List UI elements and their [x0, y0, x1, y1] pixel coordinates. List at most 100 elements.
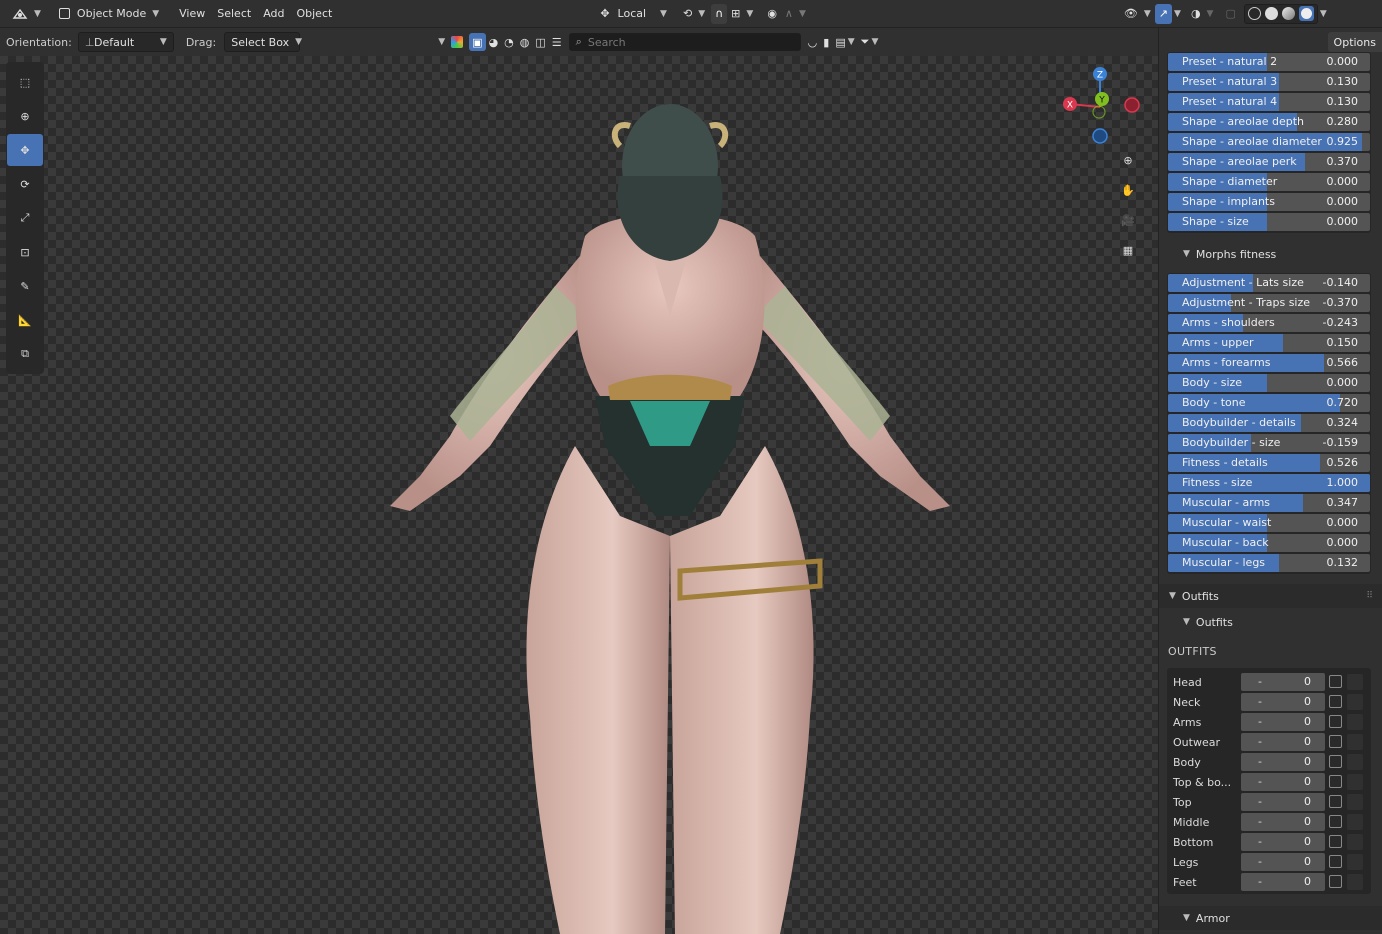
pan-button[interactable]: ✋ — [1114, 176, 1142, 204]
outfit-checkbox[interactable] — [1329, 775, 1342, 788]
outfit-checkbox[interactable] — [1329, 815, 1342, 828]
morph-slider[interactable]: Shape - areolae diameter 0.925 — [1168, 133, 1370, 151]
outfit-decrement[interactable]: - — [1258, 775, 1262, 788]
display-mode-dropdown[interactable]: ▤ ▼ — [832, 32, 857, 52]
menu-select[interactable]: Select — [211, 4, 257, 24]
zoom-button[interactable]: ⊕ — [1114, 146, 1142, 174]
solid-shading-icon[interactable] — [1264, 7, 1278, 20]
collection-collapse-icon[interactable]: ▼ — [438, 37, 445, 47]
outfit-extra-button[interactable] — [1347, 774, 1363, 790]
morph-slider[interactable]: Bodybuilder - size -0.159 — [1168, 434, 1370, 452]
outfit-checkbox[interactable] — [1329, 695, 1342, 708]
editor-type-button[interactable]: ▼ — [6, 4, 47, 24]
morph-slider[interactable]: Muscular - back 0.000 — [1168, 534, 1370, 552]
morph-slider[interactable]: Shape - diameter 0.000 — [1168, 173, 1370, 191]
morph-slider[interactable]: Arms - shoulders -0.243 — [1168, 314, 1370, 332]
outfit-extra-button[interactable] — [1347, 814, 1363, 830]
tool-add-cube[interactable]: ⧉ — [7, 338, 43, 370]
outfit-checkbox[interactable] — [1329, 715, 1342, 728]
morph-slider[interactable]: Adjustment - Lats size -0.140 — [1168, 274, 1370, 292]
menu-view[interactable]: View — [173, 4, 211, 24]
options-button[interactable]: Options — [1327, 32, 1382, 52]
select-mode-subtract[interactable]: ◔ — [501, 32, 517, 52]
morph-slider[interactable]: Preset - natural 3 0.130 — [1168, 73, 1370, 91]
funnel-filter-dropdown[interactable]: ⏷ ▼ — [858, 32, 882, 52]
outfits-panel-header[interactable]: ▼ Outfits ⠿ — [1159, 584, 1382, 608]
outfit-extra-button[interactable] — [1347, 854, 1363, 870]
tool-select-box[interactable]: ⬚ — [7, 66, 43, 98]
morphs-fitness-header[interactable]: ▼ Morphs fitness — [1159, 242, 1382, 266]
armor-header[interactable]: ▼ Armor — [1159, 906, 1382, 930]
outfit-checkbox[interactable] — [1329, 875, 1342, 888]
outfit-index-field[interactable]: -0 — [1241, 733, 1325, 751]
outfit-index-field[interactable]: -0 — [1241, 753, 1325, 771]
3d-viewport[interactable]: ⬚ ⊕ ✥ ⟳ ⤢ ⊡ ✎ 📐 ⧉ Z X Y ⊕ ✋ 🎥 ▦ — [0, 56, 1158, 934]
outfit-index-field[interactable]: -0 — [1241, 713, 1325, 731]
morph-slider[interactable]: Muscular - arms 0.347 — [1168, 494, 1370, 512]
outfit-extra-button[interactable] — [1347, 694, 1363, 710]
outfit-extra-button[interactable] — [1347, 834, 1363, 850]
outfit-decrement[interactable]: - — [1258, 815, 1262, 828]
tool-transform[interactable]: ⊡ — [7, 236, 43, 268]
outfits-sub-header[interactable]: ▼ Outfits — [1159, 610, 1382, 634]
visibility-dropdown[interactable]: 👁 ▼ — [1120, 4, 1155, 24]
select-mode-extend[interactable]: ◕ — [486, 32, 502, 52]
select-mode-new[interactable]: ▣ — [469, 33, 486, 51]
morph-slider[interactable]: Fitness - size 1.000 — [1168, 474, 1370, 492]
material-shading-icon[interactable] — [1281, 7, 1295, 20]
shading-options-dropdown[interactable]: ▼ — [1318, 4, 1329, 24]
outfit-extra-button[interactable] — [1347, 874, 1363, 890]
tool-rotate[interactable]: ⟳ — [7, 168, 43, 200]
search-field[interactable]: ⌕ Search — [568, 33, 801, 51]
outfit-decrement[interactable]: - — [1258, 715, 1262, 728]
overlays-toggle[interactable]: ◑ ▼ — [1187, 4, 1218, 24]
orientation-dropdown[interactable]: ⊥ Default ▼ — [77, 32, 174, 52]
pivot-point-button[interactable]: ⟲ ▼ — [677, 4, 711, 24]
outfit-checkbox[interactable] — [1329, 735, 1342, 748]
morph-slider[interactable]: Preset - natural 4 0.130 — [1168, 93, 1370, 111]
snap-toggle[interactable]: ∩ — [711, 3, 728, 24]
outfit-decrement[interactable]: - — [1258, 675, 1262, 688]
outfit-extra-button[interactable] — [1347, 794, 1363, 810]
outfit-extra-button[interactable] — [1347, 734, 1363, 750]
morph-slider[interactable]: Bodybuilder - details 0.324 — [1168, 414, 1370, 432]
xray-toggle[interactable]: ▢ — [1221, 4, 1239, 24]
outfit-index-field[interactable]: -0 — [1241, 773, 1325, 791]
rendered-shading-icon[interactable] — [1298, 6, 1314, 21]
outfit-checkbox[interactable] — [1329, 675, 1342, 688]
morph-slider[interactable]: Shape - areolae perk 0.370 — [1168, 153, 1370, 171]
navigation-gizmo[interactable]: Z X Y — [1058, 64, 1148, 154]
morph-slider[interactable]: Body - size 0.000 — [1168, 374, 1370, 392]
perspective-toggle-button[interactable]: ▦ — [1114, 236, 1142, 264]
wireframe-shading-icon[interactable] — [1247, 7, 1261, 20]
camera-view-button[interactable]: 🎥 — [1114, 206, 1142, 234]
outfit-checkbox[interactable] — [1329, 855, 1342, 868]
select-mode-intersect[interactable]: ◫ — [532, 32, 548, 52]
morph-slider[interactable]: Arms - forearms 0.566 — [1168, 354, 1370, 372]
morph-slider[interactable]: Shape - implants 0.000 — [1168, 193, 1370, 211]
outfit-decrement[interactable]: - — [1258, 695, 1262, 708]
morph-slider[interactable]: Adjustment - Traps size -0.370 — [1168, 294, 1370, 312]
character-model[interactable] — [380, 66, 960, 934]
falloff-dropdown[interactable]: ∧ ▼ — [781, 4, 810, 24]
outfit-decrement[interactable]: - — [1258, 795, 1262, 808]
transform-orientation-dropdown[interactable]: ✥ Local ▼ — [594, 4, 673, 24]
morph-slider[interactable]: Body - tone 0.720 — [1168, 394, 1370, 412]
morph-slider[interactable]: Fitness - details 0.526 — [1168, 454, 1370, 472]
filter-toggle[interactable]: ◡ — [805, 32, 821, 52]
select-mode-extra[interactable]: ☰ — [549, 32, 565, 52]
tool-scale[interactable]: ⤢ — [7, 202, 43, 234]
select-mode-invert[interactable]: ◍ — [517, 32, 533, 52]
outfit-index-field[interactable]: -0 — [1241, 813, 1325, 831]
outfit-index-field[interactable]: -0 — [1241, 853, 1325, 871]
outfit-index-field[interactable]: -0 — [1241, 793, 1325, 811]
outfit-index-field[interactable]: -0 — [1241, 673, 1325, 691]
tool-cursor[interactable]: ⊕ — [7, 100, 43, 132]
proportional-editing-toggle[interactable]: ◉ — [763, 4, 781, 24]
snap-target-dropdown[interactable]: ⊞ ▼ — [727, 4, 757, 24]
mode-selector[interactable]: Object Mode ▼ — [53, 4, 165, 24]
menu-add[interactable]: Add — [257, 4, 290, 24]
drag-handle-icon[interactable]: ⠿ — [1366, 591, 1373, 601]
morph-slider[interactable]: Muscular - legs 0.132 — [1168, 554, 1370, 572]
outfit-checkbox[interactable] — [1329, 835, 1342, 848]
